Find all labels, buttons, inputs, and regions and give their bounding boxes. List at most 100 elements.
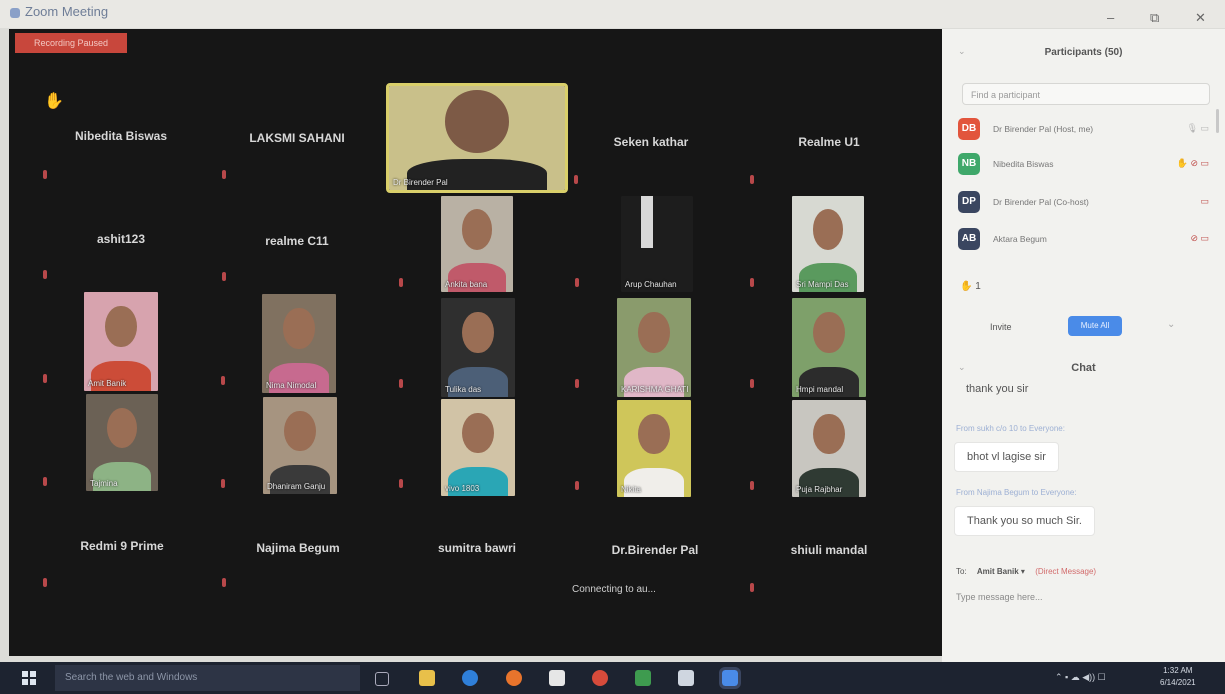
video-label: KARISHMA GHATI xyxy=(621,385,689,394)
zoom-taskbar-icon[interactable] xyxy=(719,667,741,689)
mic-muted-icon xyxy=(43,270,47,279)
participant-name: Nibedita Biswas xyxy=(74,129,168,143)
participant-row[interactable]: AB Aktara Begum ⊘ ▭ xyxy=(958,228,1213,252)
mute-all-button[interactable]: Mute All xyxy=(1068,316,1122,336)
raised-hand-icon: ✋ xyxy=(960,281,973,292)
connecting-audio-status: Connecting to au... xyxy=(572,584,656,595)
mic-muted-icon xyxy=(750,481,754,490)
video-label: Dhaniram Ganju xyxy=(267,482,326,491)
raised-hand-icon: ✋ xyxy=(44,93,64,110)
mic-muted-icon xyxy=(43,170,47,179)
participants-title: Participants (50) xyxy=(1044,47,1123,58)
taskbar-clock[interactable]: 1:32 AM 6/14/2021 xyxy=(1160,665,1196,689)
store-icon[interactable] xyxy=(549,670,565,686)
maximize-button[interactable]: ⧉ xyxy=(1150,10,1159,26)
video-label: Amit Banik xyxy=(88,379,127,388)
chat-message: bhot vl lagise sir xyxy=(954,442,1059,472)
participant-name: Realme U1 xyxy=(798,135,860,149)
edge-browser-icon[interactable] xyxy=(462,670,478,686)
chevron-down-icon[interactable]: ▾ xyxy=(1019,567,1025,576)
chat-compose-input[interactable]: Type message here... xyxy=(956,592,1043,602)
participant-row[interactable]: NB Nibedita Biswas ✋ ⊘ ▭ xyxy=(958,153,1213,177)
mic-muted-icon xyxy=(399,278,403,287)
recording-badge[interactable]: Recording Paused xyxy=(15,33,127,53)
zoom-logo-icon xyxy=(10,7,20,18)
video-label: Tajmina xyxy=(90,479,118,488)
chat-message: Thank you so much Sir. xyxy=(954,506,1095,536)
participant-video[interactable]: Nima Nimodal xyxy=(262,294,336,393)
windows-taskbar: Search the web and Windows ⌃ ▪ ☁ ◀)) ☐ 1… xyxy=(0,662,1225,694)
mic-muted-icon xyxy=(750,583,754,592)
participant-video[interactable]: Puja Rajbhar xyxy=(792,400,866,497)
participant-name: Redmi 9 Prime xyxy=(80,539,164,553)
window-title: Zoom Meeting xyxy=(10,4,108,19)
video-off-icon: ▭ xyxy=(1200,196,1209,206)
mic-muted-icon xyxy=(750,379,754,388)
mic-muted-icon xyxy=(574,175,578,184)
participant-name: sumitra bawri xyxy=(437,541,517,555)
participant-video[interactable]: KARISHMA GHATI xyxy=(617,298,691,397)
hand-mic-video-icons: ✋ ⊘ ▭ xyxy=(1176,158,1209,168)
participant-video[interactable]: Hmpi mandal xyxy=(792,298,866,397)
mic-muted-icon xyxy=(221,479,225,488)
window-title-text: Zoom Meeting xyxy=(25,4,109,19)
participant-row-name: Nibedita Biswas xyxy=(993,159,1054,169)
chat-sender: From Najima Begum to Everyone: xyxy=(956,488,1077,497)
mic-muted-icon xyxy=(399,479,403,488)
participant-name: Dr.Birender Pal xyxy=(611,543,699,557)
participant-video[interactable]: Sri Mampi Das xyxy=(792,196,864,292)
video-label: Hmpi mandal xyxy=(796,385,844,394)
participant-search-input[interactable]: Find a participant xyxy=(962,83,1210,105)
participant-video[interactable]: Ankita bana xyxy=(441,196,513,292)
video-label: Nikita xyxy=(621,485,642,494)
taskbar-search-input[interactable]: Search the web and Windows xyxy=(55,665,360,691)
file-explorer-icon[interactable] xyxy=(419,670,435,686)
firefox-icon[interactable] xyxy=(506,670,522,686)
mic-muted-icon xyxy=(750,278,754,287)
participant-video[interactable]: Nikita xyxy=(617,400,691,497)
mic-video-icons: ⊘ ▭ xyxy=(1190,233,1209,243)
mic-muted-icon xyxy=(43,374,47,383)
avatar: DB xyxy=(958,118,980,140)
invite-button[interactable]: Invite xyxy=(990,322,1012,332)
mic-muted-icon xyxy=(222,272,226,281)
raised-hand-count-value: 1 xyxy=(975,281,981,292)
side-panel: ⌄ Participants (50) Find a participant D… xyxy=(942,29,1225,662)
gallery-view: Recording Paused ✋ Nibedita Biswas LAKSM… xyxy=(9,29,942,656)
participant-name: Najima Begum xyxy=(256,541,340,555)
mic-muted-icon xyxy=(222,578,226,587)
participant-row[interactable]: DB Dr Birender Pal (Host, me) 🎙 ▭ xyxy=(958,118,1213,142)
participant-name: realme C11 xyxy=(265,234,329,248)
system-tray-icons[interactable]: ⌃ ▪ ☁ ◀)) ☐ xyxy=(1055,672,1106,683)
video-label: Ankita bana xyxy=(445,280,488,289)
participants-scrollbar[interactable] xyxy=(1216,109,1219,133)
recipient-dropdown[interactable]: Amit Banik xyxy=(977,567,1019,576)
avatar: NB xyxy=(958,153,980,175)
more-options-icon[interactable]: ⌄ xyxy=(1167,319,1175,330)
active-speaker-video[interactable]: Dr Birender Pal xyxy=(386,83,568,193)
chat-sender: From sukh c/o 10 to Everyone: xyxy=(956,424,1065,433)
direct-message-label: (Direct Message) xyxy=(1035,567,1097,576)
participant-video[interactable]: Arup Chauhan xyxy=(621,196,693,292)
minimize-button[interactable]: – xyxy=(1107,10,1114,25)
participant-row[interactable]: DP Dr Birender Pal (Co-host) ▭ xyxy=(958,191,1213,215)
photos-icon[interactable] xyxy=(678,670,694,686)
mic-muted-icon xyxy=(750,175,754,184)
spreadsheet-icon[interactable] xyxy=(635,670,651,686)
video-label: Puja Rajbhar xyxy=(796,485,843,494)
chrome-icon[interactable] xyxy=(592,670,608,686)
participant-name: Seken kathar xyxy=(613,135,689,149)
task-view-icon[interactable] xyxy=(375,672,389,686)
windows-start-icon[interactable] xyxy=(22,671,36,685)
video-label: vivo 1803 xyxy=(445,484,480,493)
avatar: DP xyxy=(958,191,980,213)
participant-video[interactable]: Dhaniram Ganju xyxy=(263,397,337,494)
participant-video[interactable]: Amit Banik xyxy=(84,292,158,391)
mic-video-icons: 🎙 ▭ xyxy=(1186,123,1209,133)
close-button[interactable]: ✕ xyxy=(1195,10,1206,26)
participant-video[interactable]: vivo 1803 xyxy=(441,399,515,496)
mic-muted-icon xyxy=(399,379,403,388)
participant-video[interactable]: Tulika das xyxy=(441,298,515,397)
participant-video[interactable]: Tajmina xyxy=(86,394,158,491)
raised-hand-count: ✋ 1 xyxy=(960,281,981,292)
